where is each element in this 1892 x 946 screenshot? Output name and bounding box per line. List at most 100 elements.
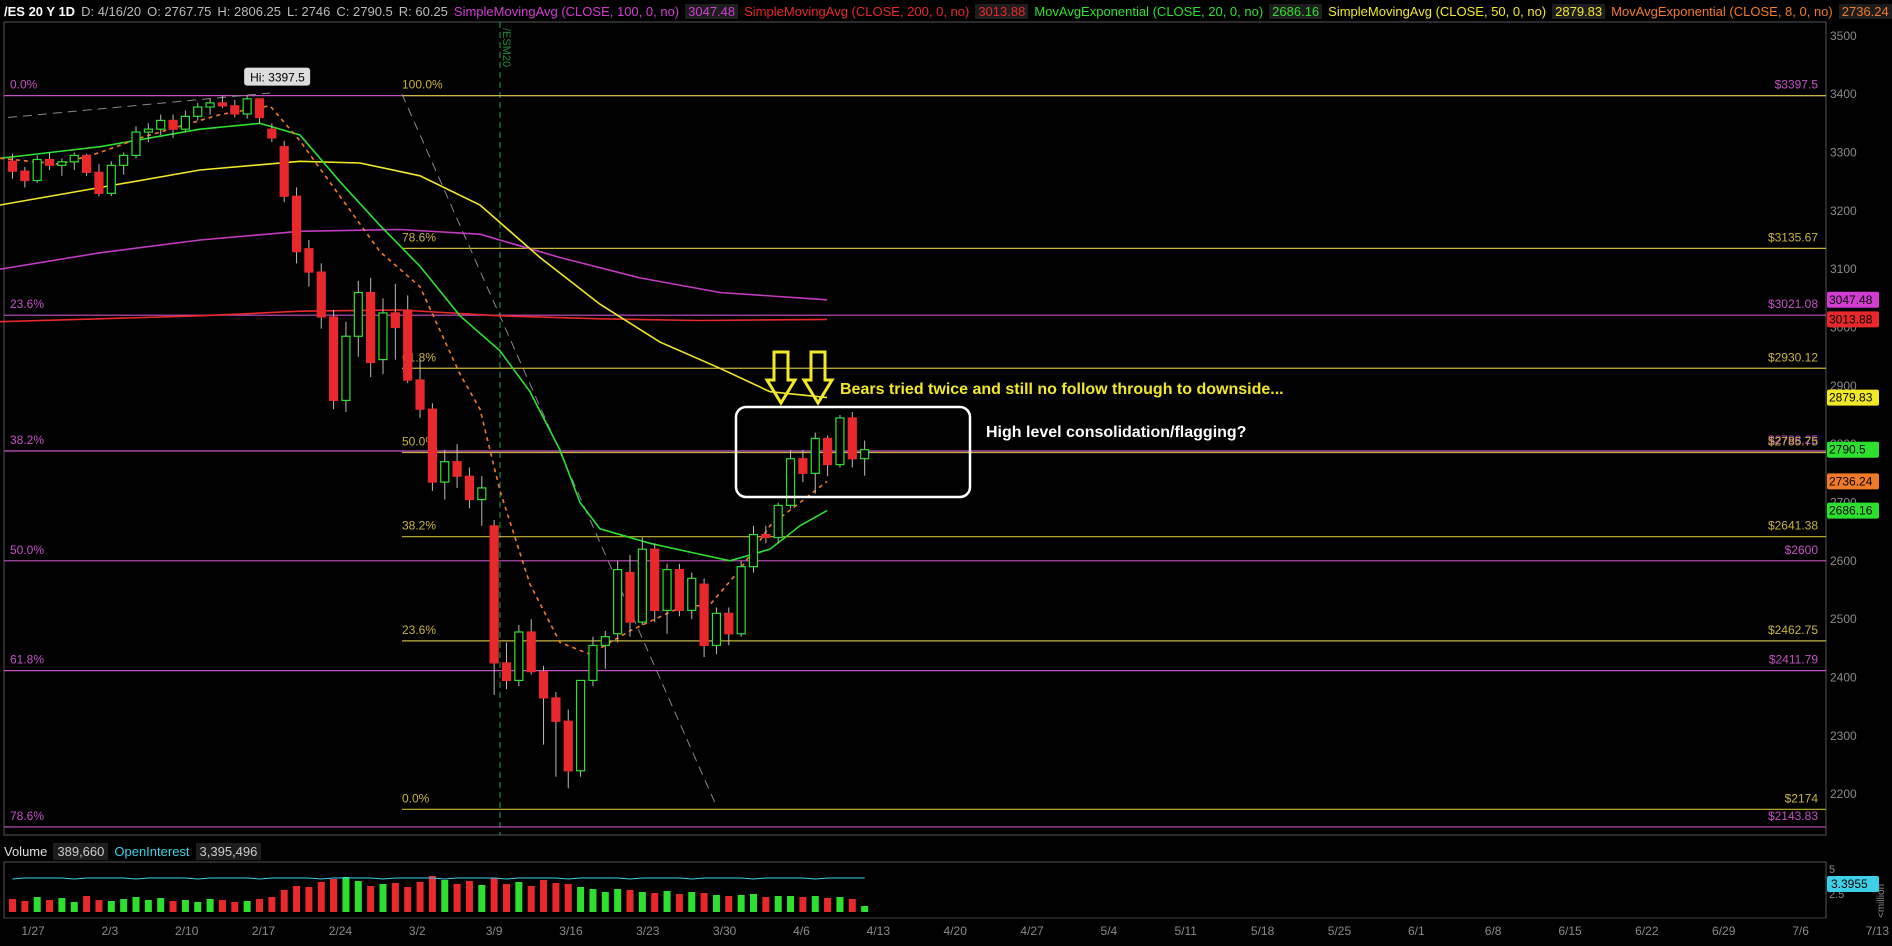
candle-body [329, 316, 339, 402]
x-tick-label: 1/27 [21, 924, 45, 938]
down-arrow-icon [764, 350, 798, 406]
volume-bar [157, 898, 165, 912]
candle-body [736, 566, 746, 635]
price-tag-label: 2736.24 [1829, 474, 1873, 488]
volume-bar [725, 896, 733, 912]
volume-bar [181, 900, 189, 912]
fib-right-price: $2930.12 [1768, 350, 1818, 364]
volume-bar [540, 880, 548, 912]
candle-body [143, 128, 153, 133]
volume-bar [737, 895, 745, 912]
volume-bar [651, 893, 659, 912]
study-value: 3047.48 [685, 3, 739, 19]
volume-bar [762, 897, 770, 912]
x-tick-label: 3/2 [409, 924, 426, 938]
volume-bar [379, 884, 387, 912]
fib-right-price: $2462.75 [1768, 623, 1818, 637]
candle-body [427, 408, 437, 483]
candle-body [119, 154, 129, 166]
candle-body [168, 119, 178, 130]
candle-body [32, 158, 42, 182]
candle-body [131, 131, 141, 157]
candle-body [637, 548, 647, 623]
volume-bar [132, 897, 140, 912]
y-tick-label: 2600 [1830, 554, 1857, 568]
volume-bar [367, 886, 375, 912]
x-tick-label: 5/4 [1101, 924, 1118, 938]
y-tick-label: 3200 [1830, 204, 1857, 218]
x-tick-label: 6/15 [1558, 924, 1582, 938]
x-tick-label: 7/13 [1866, 924, 1890, 938]
x-tick-label: 3/23 [636, 924, 660, 938]
volume-axis-top: 5 [1829, 864, 1835, 876]
study-label[interactable]: SimpleMovingAvg (CLOSE, 100, 0, no) [454, 4, 679, 19]
study-label[interactable]: MovAvgExponential (CLOSE, 20, 0, no) [1034, 4, 1263, 19]
volume-pane-frame [3, 861, 1827, 919]
volume-value: 389,660 [53, 842, 109, 860]
price-tag-label: 2879.83 [1829, 391, 1873, 405]
fib-right-price: $2174 [1785, 791, 1819, 805]
candle-body [378, 312, 388, 361]
volume-bar [503, 884, 510, 912]
volume-label[interactable]: Volume [4, 844, 47, 859]
candle-body [860, 449, 870, 460]
candle-body [575, 679, 586, 772]
volume-bar [243, 901, 251, 912]
volume-bar [46, 900, 54, 912]
x-tick-label: 3/9 [486, 924, 503, 938]
fib-left-pct: 78.6% [10, 809, 44, 823]
candle-body [847, 417, 857, 460]
volume-bar [144, 900, 152, 912]
candle-body [526, 631, 536, 673]
candle-body [440, 461, 450, 483]
study-value: 2879.83 [1552, 3, 1606, 19]
volume-bar [750, 894, 757, 912]
price-chart[interactable]: 2200230024002500260027002800290030003100… [0, 0, 1892, 946]
study-label[interactable]: SimpleMovingAvg (CLOSE, 200, 0, no) [744, 4, 969, 19]
volume-axis-unit: <million [1876, 884, 1887, 918]
x-tick-label: 4/13 [867, 924, 891, 938]
candle-body [501, 662, 512, 682]
candle-body [674, 568, 685, 612]
candle-body [798, 458, 808, 474]
candle-body [600, 636, 610, 647]
fib-right-price: $3135.67 [1768, 230, 1818, 244]
candle-body [267, 128, 277, 139]
volume-bar [848, 899, 856, 912]
ema20-line [0, 122, 828, 562]
x-tick-label: 4/27 [1020, 924, 1044, 938]
volume-bar [330, 879, 338, 912]
volume-bar [774, 896, 782, 912]
study-label[interactable]: MovAvgExponential (CLOSE, 8, 0, no) [1611, 4, 1833, 19]
study-label[interactable]: SimpleMovingAvg (CLOSE, 50, 0, no) [1328, 4, 1546, 19]
range-label: R: 60.25 [398, 3, 448, 19]
x-tick-label: 2/24 [329, 924, 353, 938]
volume-bar [404, 887, 412, 912]
volume-bar [416, 882, 424, 912]
price-pane-frame [3, 21, 1827, 836]
chart-header: /ES 20 Y 1D D: 4/16/20 O: 2767.75 H: 280… [0, 0, 1892, 22]
volume-bar [799, 897, 807, 912]
y-tick-label: 3500 [1830, 29, 1857, 43]
volume-bar [638, 892, 646, 912]
volume-bar [688, 892, 696, 912]
volume-bar [861, 906, 869, 912]
volume-bar [107, 901, 115, 912]
open-interest-label[interactable]: OpenInterest [114, 844, 189, 859]
volume-bar [441, 880, 449, 912]
fib-left-price: $2600 [1785, 543, 1819, 557]
volume-header: Volume 389,660 OpenInterest 3,395,496 [0, 840, 262, 862]
symbol-label[interactable]: /ES 20 Y 1D [4, 4, 75, 19]
candle-body [711, 612, 722, 647]
volume-bar [83, 896, 91, 912]
volume-bar [342, 877, 350, 912]
volume-bar [626, 890, 634, 912]
volume-bar [21, 901, 29, 912]
fib-left-pct: 38.2% [10, 433, 44, 447]
candle-body [217, 102, 228, 107]
x-tick-label: 6/8 [1485, 924, 1502, 938]
volume-bar [663, 891, 671, 912]
candle-body [699, 583, 709, 647]
candle-body [106, 164, 116, 194]
x-tick-label: 6/1 [1408, 924, 1425, 938]
